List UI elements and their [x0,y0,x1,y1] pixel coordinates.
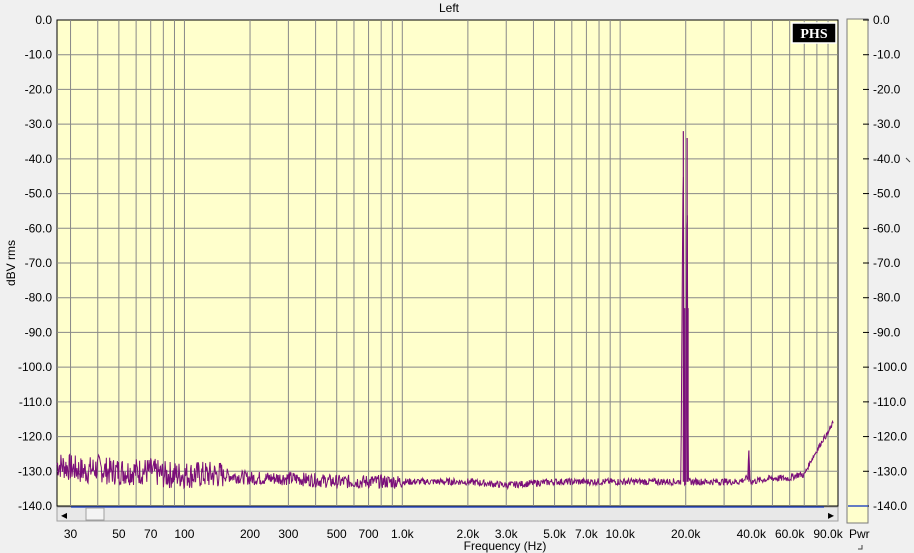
right-tick-label: -120.0 [873,430,907,444]
right-tick-label: -10.0 [873,48,901,62]
spectrum-analyzer-view: Left 0.0 0.0 -10.0 -10.0 -20.0 -20.0 -30.0 -30.… [0,0,914,553]
y-tick-label: -90.0 [25,325,53,339]
y-tick-label: 0.0 [35,13,52,27]
spectrum-chart: 0.0 0.0 -10.0 -10.0 -20.0 -20.0 -30.0 -30.0 -40.… [4,13,911,553]
x-tick-label: 20.0k [671,527,701,541]
x-tick-label: 10.0k [605,527,635,541]
right-tick-label: -40.0 [873,152,901,166]
x-tick-label: 500 [327,527,347,541]
y-tick-label: -80.0 [25,291,53,305]
power-label: Pwr [849,527,870,541]
right-tick-label: -20.0 [873,82,901,96]
x-tick-label: 1.0k [391,527,415,541]
right-tick-label: -30.0 [873,117,901,131]
right-tick-label: -70.0 [873,256,901,270]
right-tick-label: -50.0 [873,187,901,201]
phs-logo-text: PHS [800,27,827,42]
y-tick-label: -10.0 [25,48,53,62]
x-scrollbar[interactable] [56,506,839,522]
right-tick-label: -110.0 [873,395,906,409]
x-tick-label: 7.0k [575,527,599,541]
x-tick-label: 700 [359,527,379,541]
x-tick-label: 300 [278,527,298,541]
x-tick-label: 90.0k [813,527,843,541]
y-tick-label: -70.0 [25,256,53,270]
right-tick-label: -90.0 [873,325,901,339]
x-tick-label: 60.0k [775,527,805,541]
y-tick-label: -20.0 [25,82,53,96]
scroll-right-button[interactable]: ▸ [828,508,834,522]
y-tick-label: -60.0 [25,221,53,235]
x-tick-label: 70 [144,527,158,541]
power-meter-bar [846,18,869,524]
x-tick-label: 30 [64,527,78,541]
y-tick-label: -130.0 [18,464,52,478]
right-tick-label: -60.0 [873,221,901,235]
y-tick-label: -30.0 [25,117,53,131]
y-tick-label: -40.0 [25,152,53,166]
y-tick-label: -50.0 [25,187,53,201]
y-tick-label: -110.0 [19,395,52,409]
x-tick-label: 40.0k [737,527,767,541]
right-tick-label: -80.0 [873,291,901,305]
y-tick-label: -140.0 [18,499,52,513]
y-axis-label: dBV rms [4,240,18,286]
right-tick-label: -140.0 [873,499,907,513]
resize-grip-icon[interactable] [858,545,863,550]
right-tick-label: 0.0 [873,13,890,27]
scrollbar-thumb[interactable] [85,507,105,521]
x-tick-label: 5.0k [543,527,567,541]
y-tick-label: -100.0 [18,360,52,374]
collapse-arrow-icon[interactable] [905,157,911,163]
scroll-left-button[interactable]: ◂ [61,508,67,522]
x-axis-label: Frequency (Hz) [464,539,547,553]
right-tick-label: -100.0 [873,360,907,374]
y-tick-label: -120.0 [18,430,52,444]
right-tick-label: -130.0 [873,464,907,478]
x-tick-label: 100 [174,527,194,541]
x-tick-label: 50 [112,527,126,541]
x-tick-label: 200 [240,527,260,541]
